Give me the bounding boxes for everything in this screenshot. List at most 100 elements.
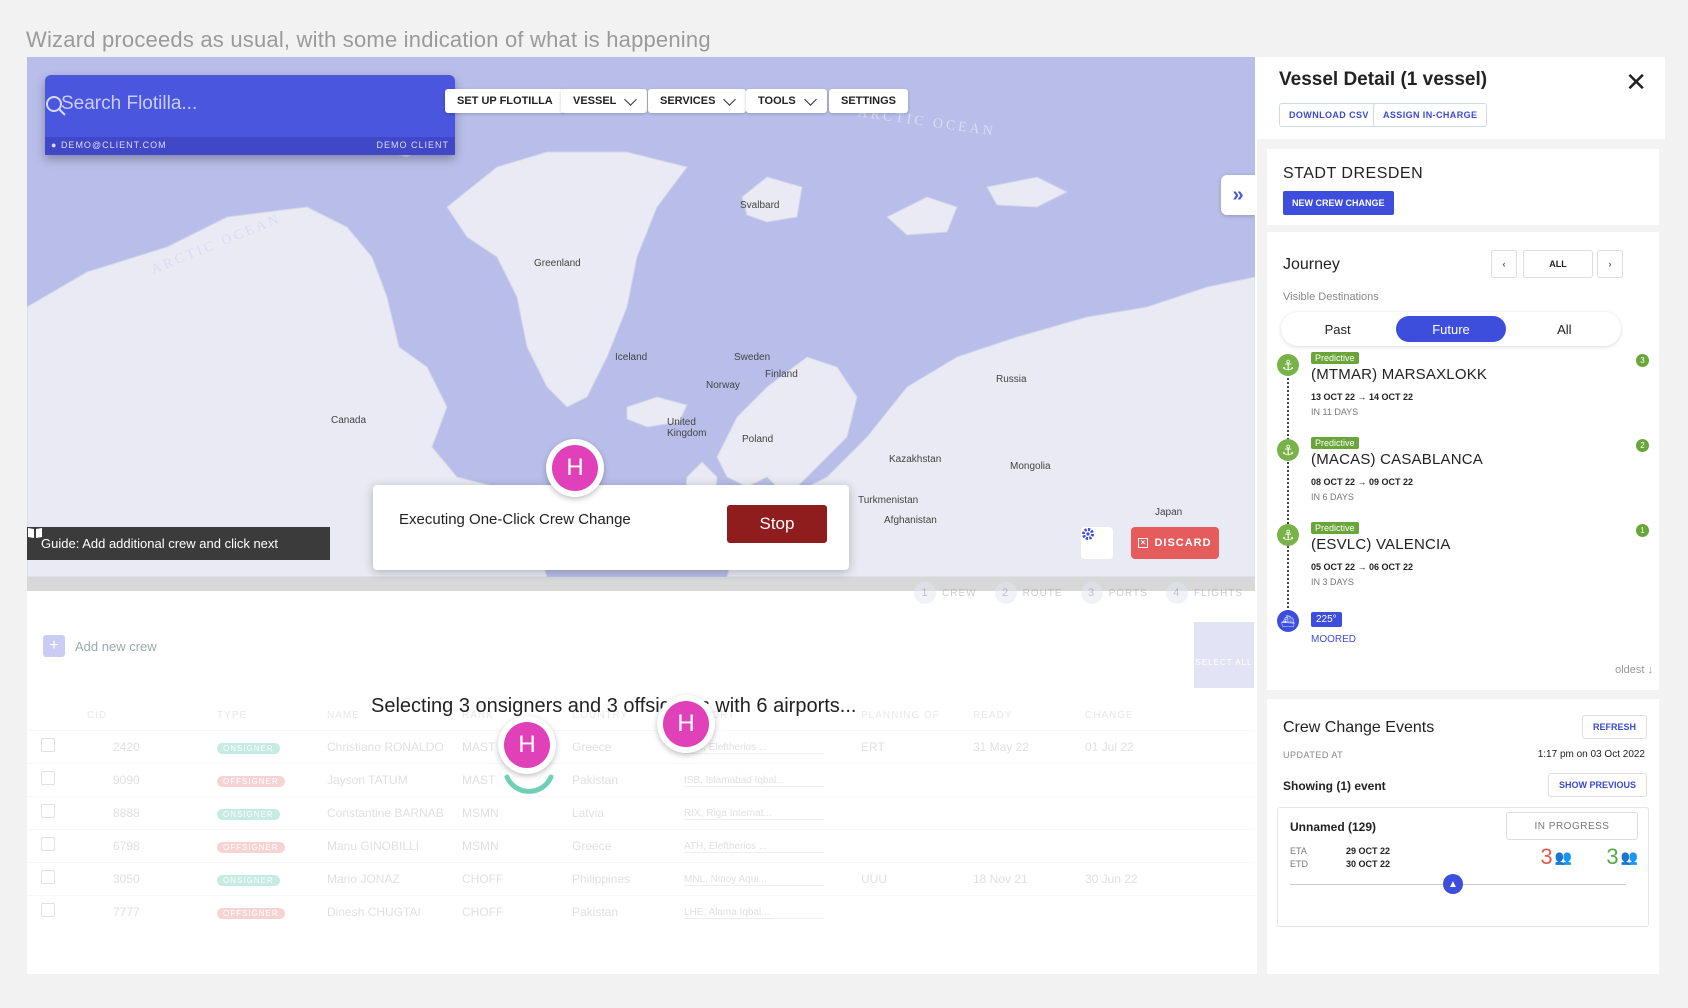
airport-field[interactable]: LHE, Alama Iqbal... [684,907,824,920]
prev-button[interactable]: ‹ [1491,250,1517,278]
airport-cell[interactable]: LHE, Alama Iqbal... [684,894,861,928]
search-icon[interactable] [45,95,67,117]
eta-label: ETA [1290,846,1307,856]
step-crew[interactable]: 1 CREW [914,582,977,604]
country-cell: Pakistan [572,894,684,928]
vessel-menu[interactable]: VESSEL [561,89,648,113]
column-header[interactable]: PLANNING OF [861,702,973,730]
toggle-past[interactable]: Past [1283,316,1393,342]
add-crew-label: Add new crew [75,638,157,654]
airport-cell[interactable]: ATH, Eleftherios ... [684,828,861,862]
download-csv-button[interactable]: DOWNLOAD CSV [1279,103,1379,127]
column-header[interactable]: CHANGE [1085,702,1255,730]
step-ports[interactable]: 3 PORTS [1080,582,1148,604]
toggle-all[interactable]: All [1509,316,1619,342]
discard-button[interactable]: × DISCARD [1131,527,1219,559]
vessel-menu-label: VESSEL [573,95,617,107]
table-row[interactable]: 2420 ONSIGNER Christiano RONALDO MAST Greece… [27,729,1255,763]
search-footer: ● DEMO@CLIENT.COM DEMO CLIENT [45,137,455,155]
type-cell: OFFSIGNER [217,894,327,928]
name-cell[interactable]: Christiano RONALDO [327,729,462,763]
new-crew-change-button[interactable]: NEW CREW CHANGE [1283,191,1394,215]
journey-filter-label: ALL [1549,259,1567,269]
setup-flotilla-label: SET UP FLOTILLA [457,95,553,107]
name-cell[interactable]: Jayson TATUM [327,762,462,796]
next-button[interactable]: › [1597,250,1623,278]
airport-cell[interactable]: ISB, Islamabad Iqbal... [684,762,861,796]
type-badge: ONSIGNER [217,874,280,886]
toggle-future[interactable]: Future [1395,316,1506,342]
port-name[interactable]: (ESVLC) VALENCIA [1311,536,1451,553]
step-flights[interactable]: 4 FLIGHTS [1165,582,1243,604]
port-name[interactable]: (MACAS) CASABLANCA [1311,451,1483,468]
showing-count: Showing (1) event [1283,779,1386,793]
user-email[interactable]: ● DEMO@CLIENT.COM [51,140,167,152]
airport-field[interactable]: ATH, Eleftherios ... [684,841,824,853]
event-status-button[interactable]: IN PROGRESS [1506,812,1638,840]
etd-label: ETD [1290,859,1308,869]
setup-flotilla-button[interactable]: SET UP FLOTILLA [445,89,565,113]
rank-cell: CHOFF [462,861,572,895]
vessel-detail-panel: Vessel Detail (1 vessel) ✕ DOWNLOAD CSV … [1257,57,1665,974]
step-route[interactable]: 2 ROUTE [994,582,1063,604]
name-cell[interactable]: Constantine BARNAB [327,795,462,829]
row-checkbox[interactable] [41,771,55,785]
tools-menu[interactable]: TOOLS [746,89,827,113]
map-place-label: United Kingdom [667,417,707,439]
anchor-icon: ⚓ [1277,524,1299,546]
airport-field[interactable]: RIX, Riga Internat... [684,808,824,820]
column-header[interactable]: READY [973,702,1085,730]
step-label: ROUTE [1022,587,1063,599]
refresh-button[interactable]: REFRESH [1581,715,1647,739]
name-cell[interactable]: Manu GINOBILLI [327,828,462,862]
services-menu[interactable]: SERVICES [648,89,747,113]
port-eta: IN 3 DAYS [1311,577,1354,587]
row-checkbox[interactable] [41,738,55,752]
port-name[interactable]: (MTMAR) MARSAXLOKK [1311,366,1487,383]
close-icon[interactable]: ✕ [1625,67,1647,98]
expand-panel-button[interactable]: » [1221,175,1255,215]
show-previous-button[interactable]: SHOW PREVIOUS [1547,773,1647,797]
table-row[interactable]: 9090 OFFSIGNER Jayson TATUM MAST Pakistan ISB… [27,762,1255,796]
row-checkbox[interactable] [41,804,55,818]
airport-field[interactable]: ISB, Islamabad Iqbal... [684,775,824,787]
country-cell: Latvia [572,795,684,829]
plus-icon: + [43,635,65,657]
predictive-badge: Predictive [1311,437,1359,449]
type-cell: OFFSIGNER [217,762,327,796]
name-cell[interactable]: Mario JONAZ [327,861,462,895]
airport-cell[interactable]: MNL, Ninoy Aqui... [684,861,861,895]
table-row[interactable]: 8888 ONSIGNER Constantine BARNAB MSMN Latvia… [27,795,1255,829]
updated-at-value: 1:17 pm on 03 Oct 2022 [1537,749,1645,760]
ready-cell [973,828,1085,862]
column-header[interactable]: TYPE [217,702,327,730]
app-frame: ARCTIC OCEAN ARCTIC OCEAN Greenland Sval… [27,57,1665,974]
sort-oldest-button[interactable]: oldest ↓ [1615,664,1653,676]
select-all-button[interactable]: SELECT ALL [1194,622,1254,688]
type-cell: OFFSIGNER [217,828,327,862]
table-row[interactable]: 3050 ONSIGNER Mario JONAZ CHOFF Philippines M… [27,861,1255,895]
stop-button[interactable]: Stop [727,505,827,543]
airport-field[interactable]: MNL, Ninoy Aqui... [684,874,824,886]
map-settings-button[interactable] [1081,527,1113,559]
row-checkbox[interactable] [41,837,55,851]
planning-cell [861,762,973,796]
settings-button[interactable]: SETTINGS [829,89,909,113]
assign-in-charge-button[interactable]: ASSIGN IN-CHARGE [1373,103,1488,127]
port-dates: 13 OCT 22 → 14 OCT 22 [1311,392,1414,402]
event-card[interactable]: Unnamed (129) IN PROGRESS ETA 29 OCT 22 … [1277,807,1649,927]
add-crew-button[interactable]: + Add new crew [43,635,157,657]
expand-event-button[interactable]: ▲ [1443,874,1463,894]
column-header[interactable]: CID [87,702,217,730]
search-input[interactable]: Search Flotilla... [61,93,197,115]
guide-banner: Guide: Add additional crew and click nex… [27,527,330,560]
heading-badge: 225° [1311,612,1342,627]
airport-cell[interactable]: RIX, Riga Internat... [684,795,861,829]
name-cell[interactable]: Dinesh CHUGTAI [327,894,462,928]
journey-filter[interactable]: ALL [1523,250,1593,278]
table-row[interactable]: 6798 OFFSIGNER Manu GINOBILLI MSMN Greece ATH… [27,828,1255,862]
step-number: 2 [994,582,1017,604]
table-row[interactable]: 7777 OFFSIGNER Dinesh CHUGTAI CHOFF Pakistan… [27,894,1255,928]
row-checkbox[interactable] [41,870,55,884]
row-checkbox[interactable] [41,903,55,918]
